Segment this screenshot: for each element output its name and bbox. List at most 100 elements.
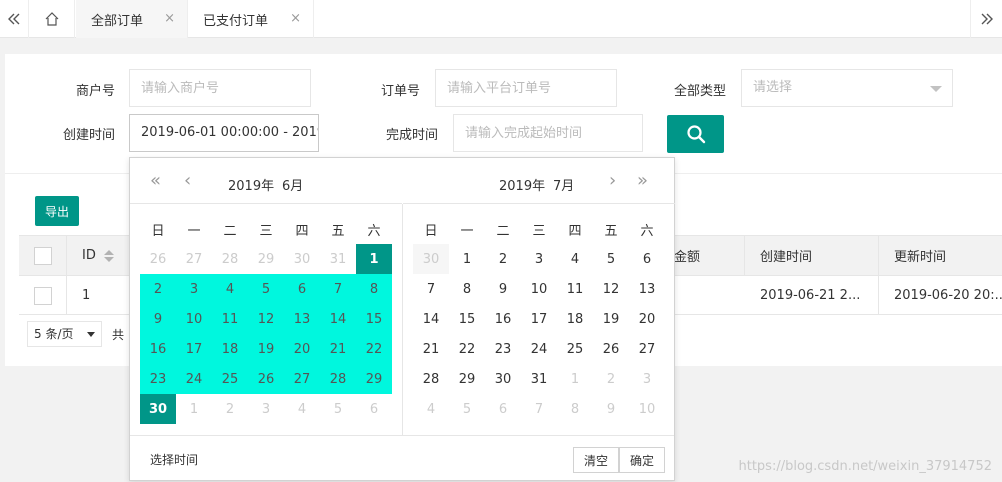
calendar-day[interactable]: 18	[212, 334, 248, 364]
calendar-day[interactable]: 5	[449, 394, 485, 424]
created-range-input[interactable]: 2019-06-01 00:00:00 - 2019-	[129, 114, 319, 152]
calendar-day[interactable]: 28	[212, 244, 248, 274]
calendar-day[interactable]: 15	[356, 304, 392, 334]
calendar-day[interactable]: 7	[413, 274, 449, 304]
calendar-day[interactable]: 5	[320, 394, 356, 424]
calendar-day[interactable]: 6	[284, 274, 320, 304]
calendar-day[interactable]: 1	[449, 244, 485, 274]
merchant-input[interactable]	[129, 69, 311, 107]
tab-all-orders[interactable]: 全部订单 ×	[76, 0, 188, 38]
calendar-day[interactable]: 4	[212, 274, 248, 304]
close-icon[interactable]: ×	[164, 11, 175, 26]
finished-input[interactable]	[453, 114, 643, 152]
prev-month-icon[interactable]: ‹	[184, 172, 191, 190]
calendar-day[interactable]: 19	[593, 304, 629, 334]
calendar-day[interactable]: 24	[521, 334, 557, 364]
calendar-day[interactable]: 2	[140, 274, 176, 304]
calendar-day[interactable]: 6	[629, 244, 665, 274]
calendar-day[interactable]: 10	[629, 394, 665, 424]
calendar-day[interactable]: 4	[413, 394, 449, 424]
clear-button[interactable]: 清空	[573, 447, 619, 473]
calendar-day[interactable]: 14	[320, 304, 356, 334]
double-chevron-right-icon[interactable]	[970, 0, 1002, 38]
select-time-link[interactable]: 选择时间	[150, 451, 198, 468]
calendar-day[interactable]: 11	[557, 274, 593, 304]
calendar-day[interactable]: 27	[629, 334, 665, 364]
calendar-day[interactable]: 28	[320, 364, 356, 394]
calendar-day[interactable]: 8	[449, 274, 485, 304]
calendar-day[interactable]: 24	[176, 364, 212, 394]
left-month[interactable]: 6月	[282, 175, 303, 194]
calendar-day[interactable]: 3	[629, 364, 665, 394]
calendar-day[interactable]: 21	[320, 334, 356, 364]
calendar-day[interactable]: 3	[521, 244, 557, 274]
calendar-day[interactable]: 17	[521, 304, 557, 334]
export-button[interactable]: 导出	[35, 196, 79, 226]
calendar-day[interactable]: 3	[176, 274, 212, 304]
row-checkbox[interactable]	[34, 286, 52, 305]
calendar-day[interactable]: 29	[449, 364, 485, 394]
calendar-day[interactable]: 16	[485, 304, 521, 334]
calendar-day[interactable]: 13	[284, 304, 320, 334]
tab-paid-orders[interactable]: 已支付订单 ×	[188, 0, 314, 38]
calendar-day[interactable]: 7	[320, 274, 356, 304]
calendar-day[interactable]: 1	[557, 364, 593, 394]
calendar-day[interactable]: 22	[449, 334, 485, 364]
next-month-icon[interactable]: ›	[609, 172, 616, 190]
right-year[interactable]: 2019年	[499, 175, 545, 194]
prev-year-icon[interactable]: «	[150, 172, 161, 190]
search-button[interactable]	[667, 115, 724, 153]
calendar-day[interactable]: 30	[140, 394, 176, 424]
calendar-day[interactable]: 21	[413, 334, 449, 364]
calendar-day[interactable]: 30	[485, 364, 521, 394]
calendar-day[interactable]: 29	[248, 244, 284, 274]
calendar-day[interactable]: 18	[557, 304, 593, 334]
calendar-day[interactable]: 30	[284, 244, 320, 274]
calendar-day[interactable]: 16	[140, 334, 176, 364]
calendar-day[interactable]: 31	[320, 244, 356, 274]
calendar-day[interactable]: 7	[521, 394, 557, 424]
page-size-select[interactable]: 5 条/页	[27, 321, 102, 347]
calendar-day[interactable]: 27	[176, 244, 212, 274]
calendar-day[interactable]: 20	[284, 334, 320, 364]
calendar-day[interactable]: 11	[212, 304, 248, 334]
calendar-day[interactable]: 3	[248, 394, 284, 424]
calendar-day[interactable]: 31	[521, 364, 557, 394]
calendar-day[interactable]: 12	[593, 274, 629, 304]
calendar-day[interactable]: 5	[248, 274, 284, 304]
right-month[interactable]: 7月	[553, 175, 574, 194]
calendar-day[interactable]: 20	[629, 304, 665, 334]
calendar-day[interactable]: 4	[557, 244, 593, 274]
next-year-icon[interactable]: »	[637, 172, 648, 190]
calendar-day[interactable]: 26	[140, 244, 176, 274]
calendar-day[interactable]: 15	[449, 304, 485, 334]
calendar-day[interactable]: 1	[176, 394, 212, 424]
calendar-day[interactable]: 5	[593, 244, 629, 274]
calendar-day[interactable]: 8	[557, 394, 593, 424]
calendar-day[interactable]: 9	[485, 274, 521, 304]
calendar-day[interactable]: 26	[593, 334, 629, 364]
calendar-day[interactable]: 28	[413, 364, 449, 394]
calendar-day[interactable]: 14	[413, 304, 449, 334]
select-all-checkbox[interactable]	[34, 246, 52, 265]
calendar-day[interactable]: 4	[284, 394, 320, 424]
calendar-day[interactable]: 6	[356, 394, 392, 424]
left-year[interactable]: 2019年	[228, 175, 274, 194]
calendar-day[interactable]: 25	[557, 334, 593, 364]
double-chevron-left-icon[interactable]	[0, 0, 29, 38]
calendar-day[interactable]: 10	[176, 304, 212, 334]
sort-icon[interactable]	[103, 249, 114, 262]
close-icon[interactable]: ×	[290, 11, 301, 26]
calendar-day[interactable]: 1	[356, 244, 392, 274]
calendar-day[interactable]: 22	[356, 334, 392, 364]
calendar-day[interactable]: 10	[521, 274, 557, 304]
calendar-day[interactable]: 29	[356, 364, 392, 394]
calendar-day[interactable]: 2	[593, 364, 629, 394]
calendar-day[interactable]: 8	[356, 274, 392, 304]
order-input[interactable]	[435, 69, 617, 107]
calendar-day[interactable]: 30	[413, 244, 449, 274]
calendar-day[interactable]: 17	[176, 334, 212, 364]
calendar-day[interactable]: 27	[284, 364, 320, 394]
calendar-day[interactable]: 9	[140, 304, 176, 334]
calendar-day[interactable]: 9	[593, 394, 629, 424]
